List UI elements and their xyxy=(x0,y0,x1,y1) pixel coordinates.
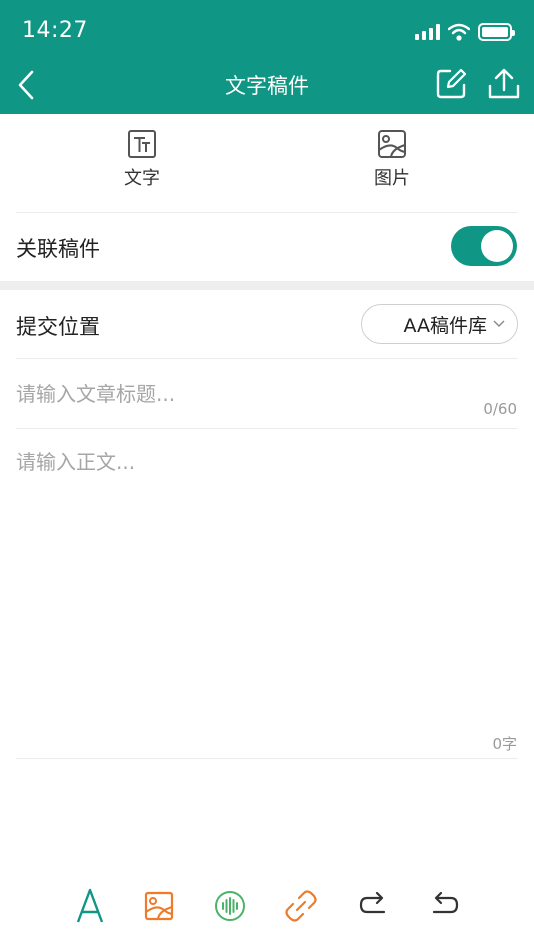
signal-icon xyxy=(415,24,440,40)
submit-position-select[interactable]: AA稿件库 xyxy=(361,304,518,344)
title-char-counter: 0/60 xyxy=(483,400,517,418)
tab-image-label: 图片 xyxy=(374,168,410,189)
tab-text-label: 文字 xyxy=(124,168,160,189)
toggle-knob xyxy=(481,230,513,262)
edit-icon xyxy=(436,68,467,99)
tab-image[interactable]: 图片 xyxy=(352,128,432,190)
submit-position-value: AA稿件库 xyxy=(403,314,487,337)
battery-icon xyxy=(478,23,515,41)
insert-image-icon xyxy=(144,891,174,921)
section-separator xyxy=(0,281,534,290)
body-word-counter: 0字 xyxy=(492,735,517,753)
link-manuscript-row: 关联稿件 xyxy=(0,213,534,281)
redo-icon xyxy=(359,891,386,914)
submit-position-label: 提交位置 xyxy=(16,315,100,339)
divider xyxy=(16,758,518,759)
link-manuscript-label: 关联稿件 xyxy=(16,237,100,261)
audio-icon xyxy=(215,891,245,921)
wifi-icon xyxy=(448,23,470,41)
divider xyxy=(16,358,518,359)
mode-tabs: 文字 图片 xyxy=(0,114,534,212)
image-icon xyxy=(378,130,406,158)
status-time: 14:27 xyxy=(22,18,88,43)
font-icon xyxy=(76,888,104,923)
audio-button[interactable] xyxy=(212,888,248,924)
divider xyxy=(16,428,518,429)
insert-image-button[interactable] xyxy=(141,888,177,924)
chevron-down-icon xyxy=(493,320,505,327)
undo-button[interactable] xyxy=(427,888,463,924)
redo-button[interactable] xyxy=(355,888,391,924)
link-manuscript-toggle[interactable] xyxy=(451,226,517,266)
top-bar: 14:27 文字稿件 xyxy=(0,0,534,114)
insert-link-button[interactable] xyxy=(283,888,319,924)
upload-button[interactable] xyxy=(486,66,522,102)
article-body-input[interactable] xyxy=(16,446,518,726)
submit-position-row: 提交位置 AA稿件库 xyxy=(0,290,534,358)
undo-icon xyxy=(432,891,459,914)
edit-button[interactable] xyxy=(433,66,469,102)
article-title-input[interactable] xyxy=(16,372,456,416)
tab-text[interactable]: 文字 xyxy=(102,128,182,190)
font-button[interactable] xyxy=(72,888,108,924)
link-icon xyxy=(285,890,317,922)
upload-icon xyxy=(488,68,520,99)
editor-toolbar xyxy=(0,860,534,950)
text-format-icon xyxy=(128,130,156,158)
status-icons xyxy=(415,20,515,44)
